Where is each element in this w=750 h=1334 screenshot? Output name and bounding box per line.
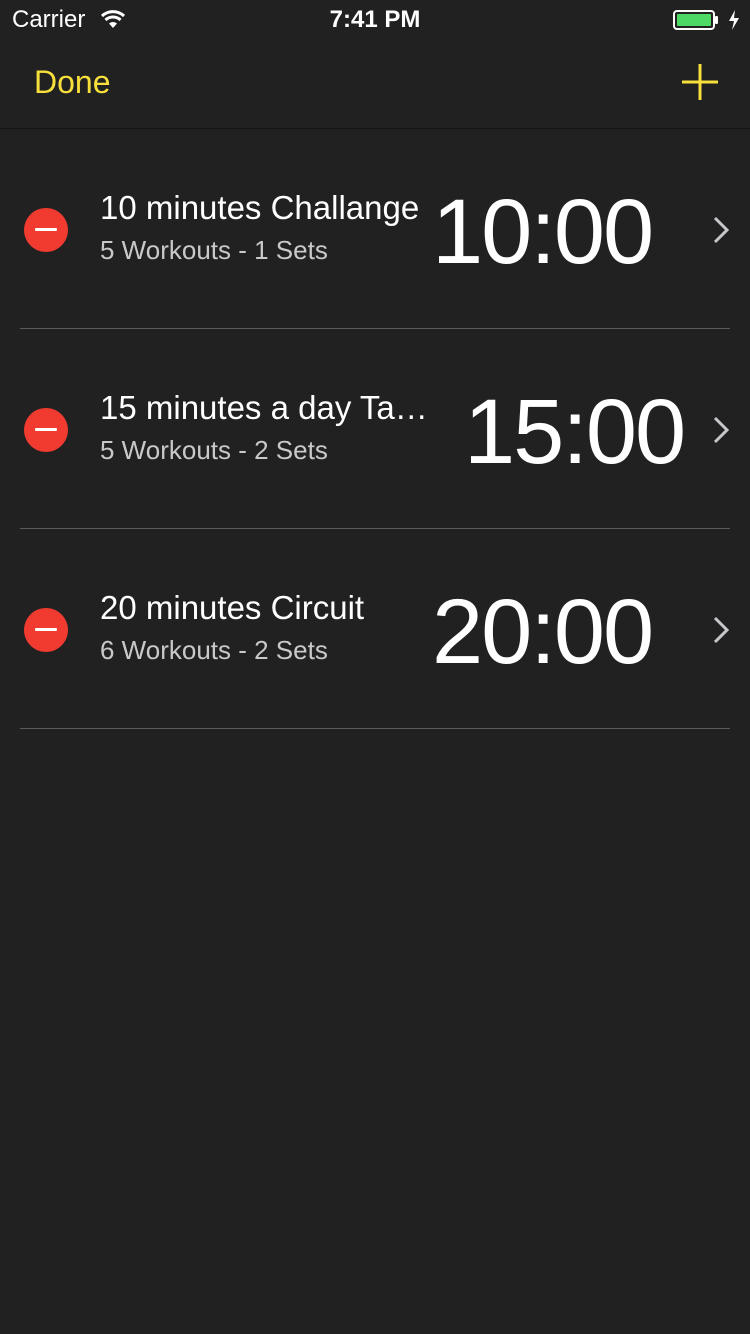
workout-row[interactable]: 15 minutes a day Ta… 5 Workouts - 2 Sets… [0,329,750,529]
status-bar: Carrier 7:41 PM [0,0,750,40]
workout-title: 10 minutes Challange [100,189,420,226]
minus-circle-icon[interactable] [24,608,68,652]
workout-row[interactable]: 20 minutes Circuit 6 Workouts - 2 Sets 2… [0,529,750,729]
workout-subtitle: 5 Workouts - 2 Sets [100,435,328,465]
workout-duration-container: 10:00 [432,177,692,287]
chevron-right-icon[interactable] [711,615,731,645]
workout-title: 15 minutes a day Ta… [100,389,428,426]
workout-list: 10 minutes Challange 5 Workouts - 1 Sets… [0,129,750,729]
navigation-bar: Done [0,40,750,129]
workout-duration: 15:00 [464,381,686,483]
chevron-right-icon[interactable] [711,215,731,245]
workout-subtitle: 5 Workouts - 1 Sets [100,235,328,265]
status-time: 7:41 PM [329,6,421,33]
plus-icon[interactable] [680,62,720,102]
chevron-right-icon[interactable] [711,415,731,445]
workout-subtitle: 6 Workouts - 2 Sets [100,635,328,665]
workout-duration-container: 15:00 [464,377,694,487]
minus-circle-icon[interactable] [24,408,68,452]
workout-duration-container: 20:00 [432,577,692,687]
workout-duration: 20:00 [432,581,654,683]
charging-bolt-icon [729,10,739,30]
workout-duration: 10:00 [432,181,654,283]
minus-circle-icon[interactable] [24,208,68,252]
done-button[interactable]: Done [34,64,111,101]
workout-row[interactable]: 10 minutes Challange 5 Workouts - 1 Sets… [0,129,750,329]
row-divider [20,728,730,729]
battery-icon [673,10,718,30]
workout-title: 20 minutes Circuit [100,589,365,626]
